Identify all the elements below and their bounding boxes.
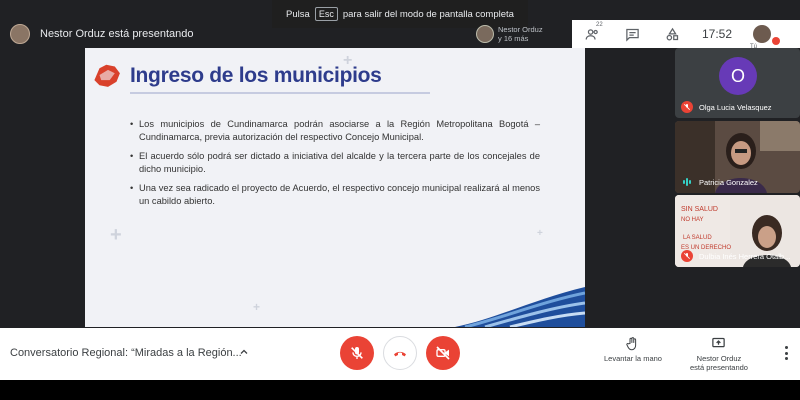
mic-off-icon: [351, 347, 363, 359]
leave-call-button[interactable]: [383, 336, 417, 370]
bottom-toolbar: Conversatorio Regional: “Miradas a la Re…: [0, 328, 800, 380]
self-account[interactable]: Tú: [742, 25, 782, 50]
activities-button[interactable]: [652, 27, 692, 42]
shared-slide: Ingreso de los municipios Los municipios…: [85, 48, 585, 327]
slide-bullet: El acuerdo sólo podrá ser dictado a inic…: [130, 150, 540, 175]
more-options-button[interactable]: [779, 346, 793, 360]
people-icon: [585, 28, 598, 40]
region-logo-icon: [94, 64, 120, 87]
chat-icon: [625, 28, 639, 42]
participants-count: 22: [596, 21, 603, 28]
shapes-icon: [666, 27, 678, 40]
plus-decoration-icon: +: [537, 228, 543, 239]
chat-button[interactable]: [612, 27, 652, 42]
plus-decoration-icon: +: [110, 224, 122, 246]
mic-off-icon: [681, 250, 693, 262]
participant-tile[interactable]: O Olga Lucia Velasquez: [675, 48, 800, 118]
raise-hand-button[interactable]: Levantar la mano: [604, 336, 662, 363]
plus-decoration-icon: +: [253, 300, 261, 314]
mic-off-icon: [681, 101, 693, 113]
esc-key: Esc: [314, 7, 338, 21]
clock: 17:52: [701, 27, 733, 41]
participant-tile[interactable]: Patricia Gonzalez: [675, 121, 800, 193]
present-screen-icon: [712, 337, 726, 348]
raise-hand-label: Levantar la mano: [604, 354, 662, 363]
top-toolbar: 22 17:52 Tú: [572, 20, 800, 50]
chevron-up-icon[interactable]: [238, 346, 250, 358]
overlay-avatar: [476, 25, 494, 43]
svg-text:LA SALUD: LA SALUD: [683, 235, 712, 241]
plus-decoration-icon: +: [343, 52, 353, 69]
presenter-overlay[interactable]: Nestor Orduz y 16 más: [472, 20, 572, 48]
presenter-avatar: [10, 24, 30, 44]
self-mute-badge: [772, 37, 780, 45]
speaking-indicator-icon: [681, 176, 693, 188]
hang-up-icon: [394, 351, 406, 357]
hand-icon: [626, 337, 637, 351]
participant-name: Olga Lucia Velasquez: [699, 103, 772, 112]
more-vert-icon: [784, 346, 788, 349]
present-button[interactable]: Nestor Orduz está presentando: [690, 336, 748, 372]
svg-text:SIN SALUD: SIN SALUD: [681, 206, 718, 213]
waves-decoration-icon: [455, 287, 585, 327]
participant-tile[interactable]: SIN SALUD NO HAY LA SALUD ES UN DERECHO …: [675, 195, 800, 267]
participant-name: Dulbia Inés Herrera Otalb...: [699, 252, 791, 261]
camera-toggle-button[interactable]: [426, 336, 460, 370]
svg-text:NO HAY: NO HAY: [681, 217, 704, 223]
participant-name: Patricia Gonzalez: [699, 178, 758, 187]
screen-bottom-edge: [0, 380, 800, 400]
slide-bullet: Una vez sea radicado el proyecto de Acue…: [130, 182, 540, 207]
participants-button[interactable]: 22: [572, 22, 612, 42]
meet-window: Nestor Orduz está presentando Pulsa Esc …: [0, 0, 800, 400]
presenter-text: Nestor Orduz está presentando: [40, 28, 194, 40]
participant-avatar: O: [719, 57, 757, 95]
slide-bullets: Los municipios de Cundinamarca podrán as…: [130, 118, 540, 214]
microphone-toggle-button[interactable]: [340, 336, 374, 370]
title-underline: [130, 92, 430, 94]
self-avatar: [753, 25, 771, 43]
meeting-title[interactable]: Conversatorio Regional: “Miradas a la Re…: [10, 347, 242, 359]
camera-off-icon: [436, 346, 450, 360]
slide-bullet: Los municipios de Cundinamarca podrán as…: [130, 118, 540, 143]
